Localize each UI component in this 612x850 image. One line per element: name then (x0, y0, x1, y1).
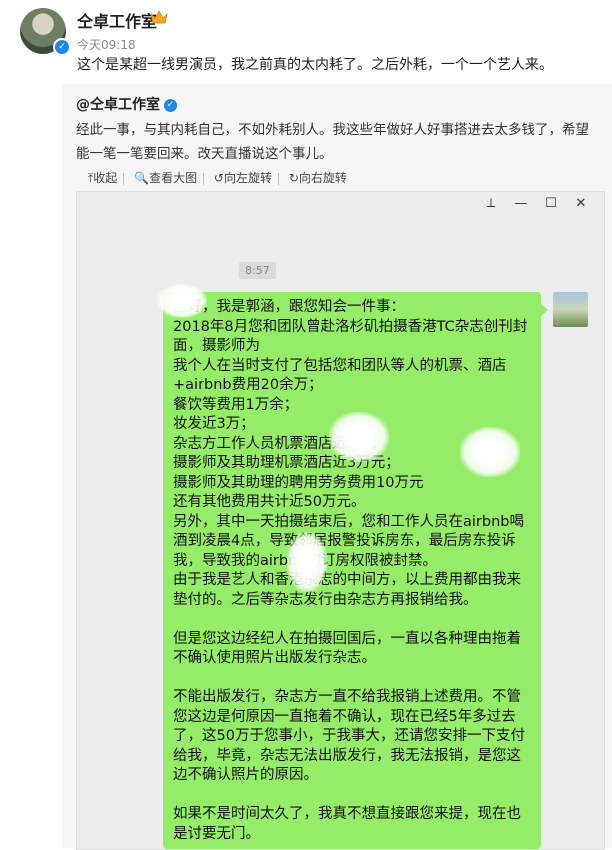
divider (277, 172, 279, 185)
post-header: ✓ 仝卓工作室 今天09:18 这个是某超一线男演员，我之前真的太内耗了。之后外… (0, 0, 612, 80)
message-line: 不能出版发行，杂志方一直不给我报销上述费用。不管您这边是何原因一直拖着不确认，现… (173, 689, 525, 783)
message-line: 但是您这边经纪人在拍摄回国后，一直以各种理由拖着不确认使用照片出版发行杂志。 (173, 630, 521, 667)
message-line: 另外，其中一天拍摄结束后，您和工作人员在airbnb喝酒到凌晨4点，导致邻居报警… (173, 513, 524, 569)
quoted-text: 经此一事，与其内耗自己，不如外耗别人。我这些年做好人好事搭进去太多钱了，希望能一… (76, 122, 589, 162)
bubble-tail (541, 304, 548, 316)
close-icon[interactable]: ✕ (566, 196, 596, 211)
message-blank-line (173, 610, 531, 630)
chat-timestamp: 8:57 (239, 262, 276, 279)
collapse-button[interactable]: ⤒收起 (82, 169, 123, 186)
message-line: 我个人在当时支付了包括您和团队等人的机票、酒店+airbnb费用20余万； (173, 357, 507, 394)
message-line: 您好，我是郭涵，跟您知会一件事： (173, 299, 405, 315)
divider (203, 172, 205, 185)
quoted-post: @仝卓工作室 ✓ 经此一事，与其内耗自己，不如外耗别人。我这些年做好人好事搭进去太… (62, 84, 612, 850)
rotate-left-button[interactable]: ↺向左旋转 (208, 169, 278, 186)
post-time: 今天09:18 (77, 38, 136, 52)
message-blank-line (173, 669, 531, 689)
post-author[interactable]: 仝卓工作室 (77, 8, 157, 32)
sender-avatar (553, 292, 588, 327)
message-line: 2018年8月您和团队曾赴洛杉矶拍摄香港TC杂志创刊封面，摄影师为 (173, 318, 528, 355)
post-text: 这个是某超一线男演员，我之前真的太内耗了。之后外耗，一个一个艺人来。 (77, 57, 553, 73)
window-controls: ⟂ — ☐ ✕ (476, 196, 596, 211)
quoted-author[interactable]: @仝卓工作室 (76, 97, 160, 113)
minimize-icon[interactable]: — (506, 196, 536, 211)
redaction-mark (157, 284, 207, 318)
message-line: 还有其他费用共计近50万元。 (173, 494, 366, 510)
redaction-mark (329, 412, 389, 462)
image-toolbar: ⤒收起 🔍查看大图 ↺向左旋转 ↻向右旋转 (82, 169, 353, 191)
maximize-icon[interactable]: ☐ (536, 196, 566, 211)
verified-badge-icon: ✓ (53, 38, 71, 56)
message-bubble: 您好，我是郭涵，跟您知会一件事： 2018年8月您和团队曾赴洛杉矶拍摄香港TC杂志… (163, 292, 541, 849)
verified-icon: ✓ (164, 98, 177, 112)
chat-screenshot: ⟂ — ☐ ✕ 8:57 您好，我是郭涵，跟您知会一件事： 2018年8月您和团队曾赴洛… (76, 191, 605, 850)
redaction-mark (287, 532, 327, 592)
redaction-mark (460, 427, 520, 477)
crown-icon (150, 10, 168, 24)
rotate-right-button[interactable]: ↻向右旋转 (283, 169, 353, 186)
view-large-button[interactable]: 🔍查看大图 (128, 169, 203, 186)
pin-icon[interactable]: ⟂ (476, 196, 506, 211)
message-line: 如果不是时间太久了，我真不想直接跟您来提，现在也是讨要无门。 (173, 806, 521, 842)
message-blank-line (173, 786, 531, 806)
quoted-author-row: @仝卓工作室 ✓ (76, 94, 177, 114)
divider (123, 172, 125, 185)
message-line: 由于我是艺人和香港杂志的中间方，以上费用都由我来垫付的。之后等杂志发行由杂志方再… (173, 572, 521, 608)
